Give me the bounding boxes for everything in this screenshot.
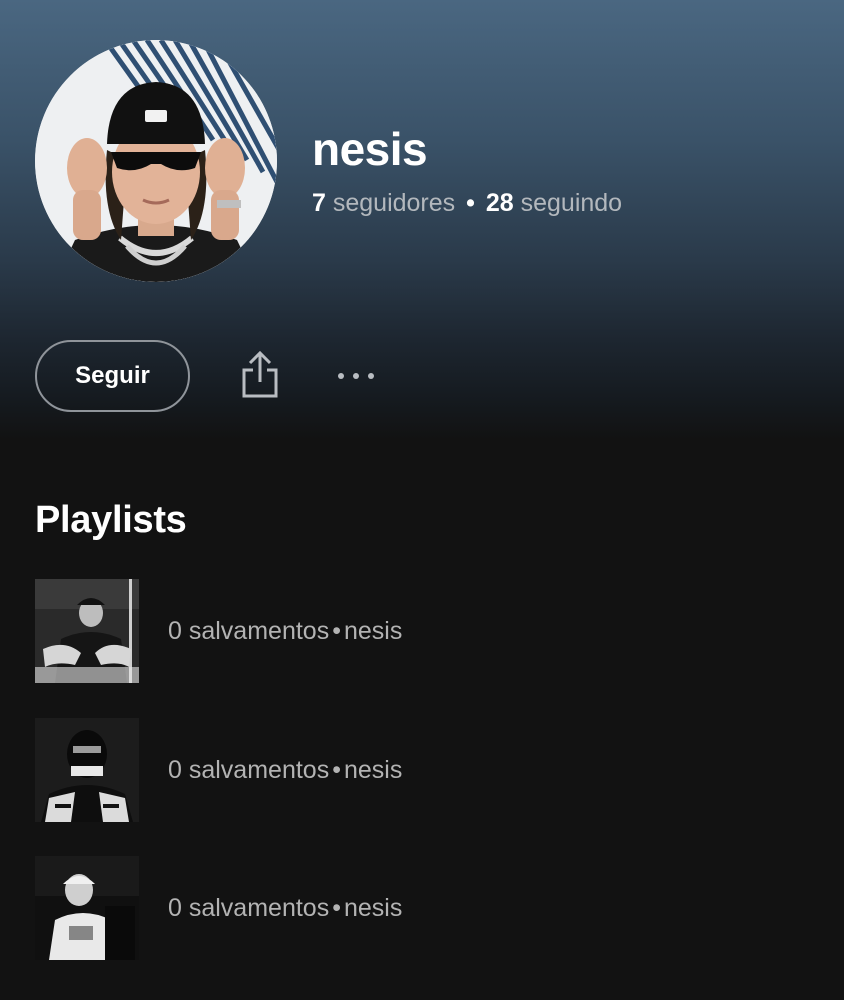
playlist-saves: 0 salvamentos xyxy=(168,616,330,645)
meta-separator: • xyxy=(332,616,341,645)
playlist-meta: 0 salvamentos • nesis xyxy=(168,756,402,785)
followers-label[interactable]: seguidores xyxy=(333,189,455,217)
playlist-saves: 0 salvamentos xyxy=(168,755,330,784)
profile-page: nesis 7 seguidores • 28 seguindo Seguir … xyxy=(0,0,844,1000)
playlist-cover xyxy=(35,856,139,960)
playlist-saves: 0 salvamentos xyxy=(168,893,330,922)
profile-stats: 7 seguidores • 28 seguindo xyxy=(312,186,622,220)
playlist-owner: nesis xyxy=(343,893,403,922)
following-count[interactable]: 28 xyxy=(486,189,514,217)
more-options-icon xyxy=(338,373,374,379)
playlist-cover xyxy=(35,718,139,822)
playlist-item[interactable]: 0 salvamentos • nesis xyxy=(35,718,815,822)
more-options-button[interactable] xyxy=(326,356,386,396)
profile-avatar[interactable] xyxy=(35,40,277,282)
meta-separator: • xyxy=(332,755,341,784)
followers-count[interactable]: 7 xyxy=(312,189,326,217)
share-button[interactable] xyxy=(236,346,284,404)
share-icon xyxy=(242,350,278,398)
playlist-item[interactable]: 0 salvamentos • nesis xyxy=(35,579,815,683)
playlist-cover xyxy=(35,579,139,683)
stats-separator: • xyxy=(466,189,475,217)
meta-separator: • xyxy=(332,893,341,922)
playlist-owner: nesis xyxy=(343,616,403,645)
playlist-owner: nesis xyxy=(343,755,403,784)
avatar-photo xyxy=(35,40,277,282)
follow-button[interactable]: Seguir xyxy=(35,340,190,412)
playlist-meta: 0 salvamentos • nesis xyxy=(168,617,402,646)
playlist-item[interactable]: 0 salvamentos • nesis xyxy=(35,856,815,960)
playlists-heading: Playlists xyxy=(35,499,187,541)
playlist-meta: 0 salvamentos • nesis xyxy=(168,894,402,923)
following-label[interactable]: seguindo xyxy=(521,189,622,217)
profile-name: nesis xyxy=(312,123,428,175)
